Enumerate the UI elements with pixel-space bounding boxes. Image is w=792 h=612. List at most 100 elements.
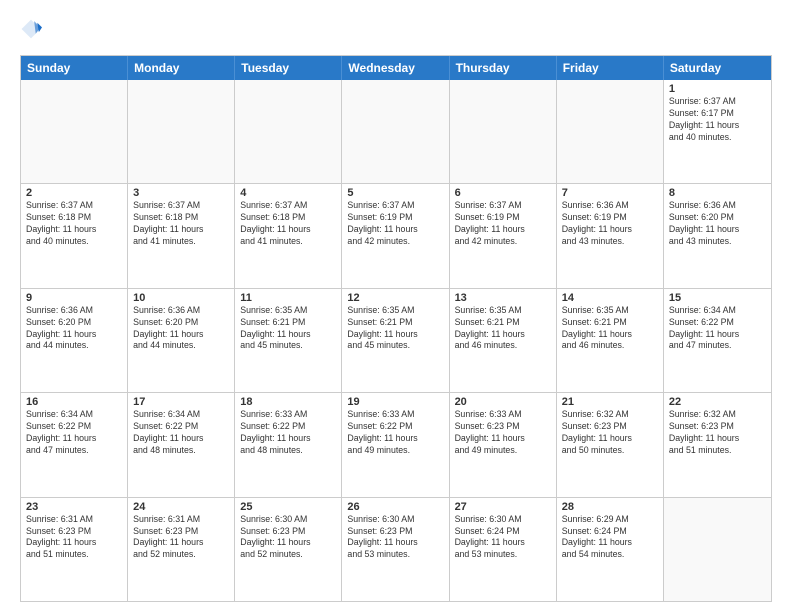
cell-info: Sunrise: 6:31 AM Sunset: 6:23 PM Dayligh… [26, 514, 122, 562]
calendar-row-1: 2 Sunrise: 6:37 AM Sunset: 6:18 PM Daylig… [21, 184, 771, 288]
cell-info: Sunrise: 6:30 AM Sunset: 6:24 PM Dayligh… [455, 514, 551, 562]
calendar-cell: 28Sunrise: 6:29 AM Sunset: 6:24 PM Dayli… [557, 498, 664, 601]
calendar-cell [342, 80, 449, 183]
calendar-cell [21, 80, 128, 183]
cell-info: Sunrise: 6:37 AM Sunset: 6:19 PM Dayligh… [455, 200, 551, 248]
calendar-cell: 17Sunrise: 6:34 AM Sunset: 6:22 PM Dayli… [128, 393, 235, 496]
cell-info: Sunrise: 6:29 AM Sunset: 6:24 PM Dayligh… [562, 514, 658, 562]
calendar-row-4: 23Sunrise: 6:31 AM Sunset: 6:23 PM Dayli… [21, 498, 771, 601]
calendar-cell [450, 80, 557, 183]
calendar-row-0: 1Sunrise: 6:37 AM Sunset: 6:17 PM Daylig… [21, 80, 771, 184]
day-number: 20 [455, 396, 551, 408]
calendar-row-3: 16Sunrise: 6:34 AM Sunset: 6:22 PM Dayli… [21, 393, 771, 497]
day-number: 6 [455, 187, 551, 199]
day-number: 13 [455, 292, 551, 304]
calendar-cell: 11Sunrise: 6:35 AM Sunset: 6:21 PM Dayli… [235, 289, 342, 392]
cell-info: Sunrise: 6:36 AM Sunset: 6:20 PM Dayligh… [26, 305, 122, 353]
day-number: 2 [26, 187, 122, 199]
calendar-cell: 2Sunrise: 6:37 AM Sunset: 6:18 PM Daylig… [21, 184, 128, 287]
day-number: 14 [562, 292, 658, 304]
calendar-cell: 22Sunrise: 6:32 AM Sunset: 6:23 PM Dayli… [664, 393, 771, 496]
day-of-week-thursday: Thursday [450, 56, 557, 80]
day-number: 17 [133, 396, 229, 408]
calendar-cell: 7Sunrise: 6:36 AM Sunset: 6:19 PM Daylig… [557, 184, 664, 287]
calendar-cell: 3Sunrise: 6:37 AM Sunset: 6:18 PM Daylig… [128, 184, 235, 287]
cell-info: Sunrise: 6:31 AM Sunset: 6:23 PM Dayligh… [133, 514, 229, 562]
calendar-cell: 12Sunrise: 6:35 AM Sunset: 6:21 PM Dayli… [342, 289, 449, 392]
page: SundayMondayTuesdayWednesdayThursdayFrid… [0, 0, 792, 612]
day-number: 25 [240, 501, 336, 513]
calendar-cell: 26Sunrise: 6:30 AM Sunset: 6:23 PM Dayli… [342, 498, 449, 601]
calendar: SundayMondayTuesdayWednesdayThursdayFrid… [20, 55, 772, 602]
day-number: 15 [669, 292, 766, 304]
calendar-cell [128, 80, 235, 183]
day-of-week-saturday: Saturday [664, 56, 771, 80]
day-number: 3 [133, 187, 229, 199]
cell-info: Sunrise: 6:30 AM Sunset: 6:23 PM Dayligh… [240, 514, 336, 562]
day-number: 7 [562, 187, 658, 199]
logo [20, 18, 44, 47]
cell-info: Sunrise: 6:36 AM Sunset: 6:20 PM Dayligh… [133, 305, 229, 353]
day-number: 18 [240, 396, 336, 408]
day-number: 10 [133, 292, 229, 304]
day-number: 27 [455, 501, 551, 513]
cell-info: Sunrise: 6:36 AM Sunset: 6:20 PM Dayligh… [669, 200, 766, 248]
calendar-cell [664, 498, 771, 601]
day-of-week-friday: Friday [557, 56, 664, 80]
cell-info: Sunrise: 6:34 AM Sunset: 6:22 PM Dayligh… [133, 409, 229, 457]
day-number: 8 [669, 187, 766, 199]
day-of-week-monday: Monday [128, 56, 235, 80]
cell-info: Sunrise: 6:36 AM Sunset: 6:19 PM Dayligh… [562, 200, 658, 248]
calendar-cell: 10Sunrise: 6:36 AM Sunset: 6:20 PM Dayli… [128, 289, 235, 392]
day-number: 11 [240, 292, 336, 304]
day-number: 24 [133, 501, 229, 513]
calendar-cell: 27Sunrise: 6:30 AM Sunset: 6:24 PM Dayli… [450, 498, 557, 601]
cell-info: Sunrise: 6:35 AM Sunset: 6:21 PM Dayligh… [562, 305, 658, 353]
cell-info: Sunrise: 6:35 AM Sunset: 6:21 PM Dayligh… [240, 305, 336, 353]
day-number: 12 [347, 292, 443, 304]
day-number: 4 [240, 187, 336, 199]
calendar-cell: 18Sunrise: 6:33 AM Sunset: 6:22 PM Dayli… [235, 393, 342, 496]
calendar-cell: 8Sunrise: 6:36 AM Sunset: 6:20 PM Daylig… [664, 184, 771, 287]
calendar-cell: 6Sunrise: 6:37 AM Sunset: 6:19 PM Daylig… [450, 184, 557, 287]
calendar-cell: 15Sunrise: 6:34 AM Sunset: 6:22 PM Dayli… [664, 289, 771, 392]
calendar-cell: 21Sunrise: 6:32 AM Sunset: 6:23 PM Dayli… [557, 393, 664, 496]
day-of-week-tuesday: Tuesday [235, 56, 342, 80]
day-number: 5 [347, 187, 443, 199]
calendar-body: 1Sunrise: 6:37 AM Sunset: 6:17 PM Daylig… [21, 80, 771, 601]
calendar-cell [235, 80, 342, 183]
day-of-week-wednesday: Wednesday [342, 56, 449, 80]
cell-info: Sunrise: 6:34 AM Sunset: 6:22 PM Dayligh… [669, 305, 766, 353]
calendar-header: SundayMondayTuesdayWednesdayThursdayFrid… [21, 56, 771, 80]
calendar-cell: 24Sunrise: 6:31 AM Sunset: 6:23 PM Dayli… [128, 498, 235, 601]
cell-info: Sunrise: 6:37 AM Sunset: 6:19 PM Dayligh… [347, 200, 443, 248]
calendar-cell: 13Sunrise: 6:35 AM Sunset: 6:21 PM Dayli… [450, 289, 557, 392]
cell-info: Sunrise: 6:35 AM Sunset: 6:21 PM Dayligh… [347, 305, 443, 353]
day-number: 1 [669, 83, 766, 95]
cell-info: Sunrise: 6:34 AM Sunset: 6:22 PM Dayligh… [26, 409, 122, 457]
calendar-cell: 19Sunrise: 6:33 AM Sunset: 6:22 PM Dayli… [342, 393, 449, 496]
cell-info: Sunrise: 6:35 AM Sunset: 6:21 PM Dayligh… [455, 305, 551, 353]
day-number: 26 [347, 501, 443, 513]
calendar-cell: 25Sunrise: 6:30 AM Sunset: 6:23 PM Dayli… [235, 498, 342, 601]
cell-info: Sunrise: 6:32 AM Sunset: 6:23 PM Dayligh… [562, 409, 658, 457]
day-number: 9 [26, 292, 122, 304]
cell-info: Sunrise: 6:37 AM Sunset: 6:18 PM Dayligh… [240, 200, 336, 248]
cell-info: Sunrise: 6:33 AM Sunset: 6:23 PM Dayligh… [455, 409, 551, 457]
calendar-cell: 1Sunrise: 6:37 AM Sunset: 6:17 PM Daylig… [664, 80, 771, 183]
cell-info: Sunrise: 6:33 AM Sunset: 6:22 PM Dayligh… [240, 409, 336, 457]
day-number: 22 [669, 396, 766, 408]
cell-info: Sunrise: 6:37 AM Sunset: 6:18 PM Dayligh… [133, 200, 229, 248]
calendar-cell: 23Sunrise: 6:31 AM Sunset: 6:23 PM Dayli… [21, 498, 128, 601]
day-number: 23 [26, 501, 122, 513]
day-number: 16 [26, 396, 122, 408]
calendar-cell [557, 80, 664, 183]
day-number: 19 [347, 396, 443, 408]
calendar-cell: 14Sunrise: 6:35 AM Sunset: 6:21 PM Dayli… [557, 289, 664, 392]
calendar-cell: 5Sunrise: 6:37 AM Sunset: 6:19 PM Daylig… [342, 184, 449, 287]
day-of-week-sunday: Sunday [21, 56, 128, 80]
header [20, 18, 772, 47]
cell-info: Sunrise: 6:33 AM Sunset: 6:22 PM Dayligh… [347, 409, 443, 457]
cell-info: Sunrise: 6:30 AM Sunset: 6:23 PM Dayligh… [347, 514, 443, 562]
day-number: 28 [562, 501, 658, 513]
